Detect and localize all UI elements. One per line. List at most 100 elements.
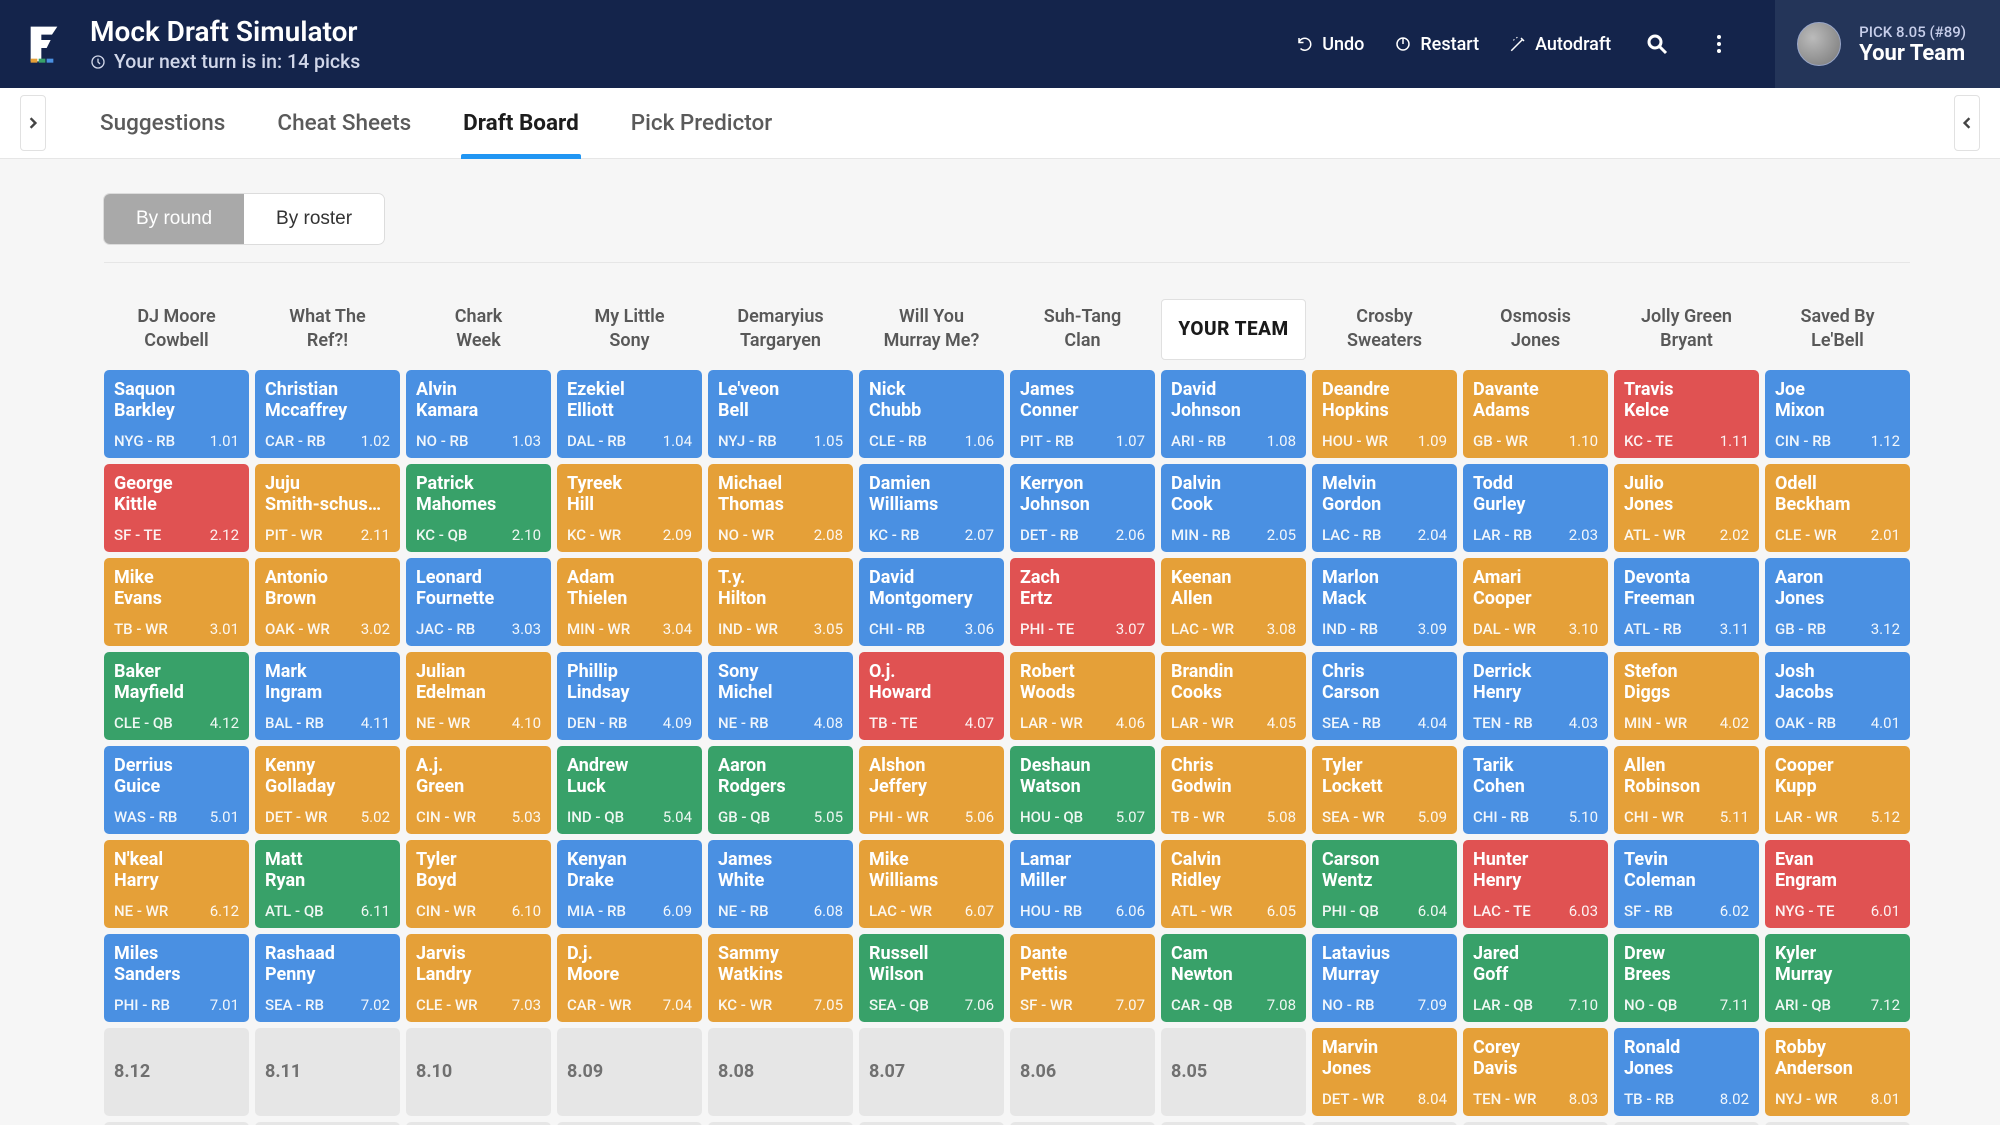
player-card[interactable]: DavidMontgomeryCHI - RB3.06 xyxy=(859,558,1004,646)
player-card[interactable]: TylerLockettSEA - WR5.09 xyxy=(1312,746,1457,834)
player-card[interactable]: AndrewLuckIND - QB5.04 xyxy=(557,746,702,834)
undo-button[interactable]: Undo xyxy=(1296,34,1364,55)
player-card[interactable]: Le'veonBellNYJ - RB1.05 xyxy=(708,370,853,458)
player-card[interactable]: DavidJohnsonARI - RB1.08 xyxy=(1161,370,1306,458)
player-card[interactable]: MattRyanATL - QB6.11 xyxy=(255,840,400,928)
tab-draft-board[interactable]: Draft Board xyxy=(461,88,581,158)
player-card[interactable]: MelvinGordonLAC - RB2.04 xyxy=(1312,464,1457,552)
player-card[interactable]: MichaelThomasNO - WR2.08 xyxy=(708,464,853,552)
player-card[interactable]: DamienWilliamsKC - RB2.07 xyxy=(859,464,1004,552)
player-card[interactable]: CamNewtonCAR - QB7.08 xyxy=(1161,934,1306,1022)
player-card[interactable]: DantePettisSF - WR7.07 xyxy=(1010,934,1155,1022)
player-card[interactable]: RussellWilsonSEA - QB7.06 xyxy=(859,934,1004,1022)
player-card[interactable]: HunterHenryLAC - TE6.03 xyxy=(1463,840,1608,928)
player-card[interactable]: OdellBeckhamCLE - WR2.01 xyxy=(1765,464,1910,552)
player-card[interactable]: RashaadPennySEA - RB7.02 xyxy=(255,934,400,1022)
player-card[interactable]: MarlonMackIND - RB3.09 xyxy=(1312,558,1457,646)
player-card[interactable]: RonaldJonesTB - RB8.02 xyxy=(1614,1028,1759,1116)
player-card[interactable]: RobertWoodsLAR - WR4.06 xyxy=(1010,652,1155,740)
player-card[interactable]: MarvinJonesDET - WR8.04 xyxy=(1312,1028,1457,1116)
player-card[interactable]: KerryonJohnsonDET - RB2.06 xyxy=(1010,464,1155,552)
player-card[interactable]: DerriusGuiceWAS - RB5.01 xyxy=(104,746,249,834)
player-card[interactable]: JulianEdelmanNE - WR4.10 xyxy=(406,652,551,740)
player-card[interactable]: TevinColemanSF - RB6.02 xyxy=(1614,840,1759,928)
expand-right-panel[interactable] xyxy=(1954,95,1980,151)
player-card[interactable]: KeenanAllenLAC - WR3.08 xyxy=(1161,558,1306,646)
player-card[interactable]: JamesWhiteNE - RB6.08 xyxy=(708,840,853,928)
player-card[interactable]: JamesConnerPIT - RB1.07 xyxy=(1010,370,1155,458)
player-card[interactable]: DevontaFreemanATL - RB3.11 xyxy=(1614,558,1759,646)
player-card[interactable]: O.j.HowardTB - TE4.07 xyxy=(859,652,1004,740)
player-card[interactable]: KylerMurrayARI - QB7.12 xyxy=(1765,934,1910,1022)
your-team-summary[interactable]: PICK 8.05 (#89) Your Team xyxy=(1775,0,2000,88)
player-card[interactable]: N'kealHarryNE - WR6.12 xyxy=(104,840,249,928)
player-card[interactable]: ChrisCarsonSEA - RB4.04 xyxy=(1312,652,1457,740)
player-card[interactable]: PhillipLindsayDEN - RB4.09 xyxy=(557,652,702,740)
player-card[interactable]: NickChubbCLE - RB1.06 xyxy=(859,370,1004,458)
player-card[interactable]: MarkIngramBAL - RB4.11 xyxy=(255,652,400,740)
player-card[interactable]: DrewBreesNO - QB7.11 xyxy=(1614,934,1759,1022)
player-card[interactable]: AllenRobinsonCHI - WR5.11 xyxy=(1614,746,1759,834)
player-card[interactable]: PatrickMahomesKC - QB2.10 xyxy=(406,464,551,552)
player-card[interactable]: KenyanDrakeMIA - RB6.09 xyxy=(557,840,702,928)
tab-pick-predictor[interactable]: Pick Predictor xyxy=(629,88,774,158)
player-card[interactable]: LataviusMurrayNO - RB7.09 xyxy=(1312,934,1457,1022)
autodraft-button[interactable]: Autodraft xyxy=(1509,34,1611,55)
player-card[interactable]: ZachErtzPHI - TE3.07 xyxy=(1010,558,1155,646)
player-card[interactable]: BakerMayfieldCLE - QB4.12 xyxy=(104,652,249,740)
player-card[interactable]: SonyMichelNE - RB4.08 xyxy=(708,652,853,740)
player-card[interactable]: AmariCooperDAL - WR3.10 xyxy=(1463,558,1608,646)
player-card[interactable]: JoshJacobsOAK - RB4.01 xyxy=(1765,652,1910,740)
player-card[interactable]: AntonioBrownOAK - WR3.02 xyxy=(255,558,400,646)
player-card[interactable]: EvanEngramNYG - TE6.01 xyxy=(1765,840,1910,928)
player-card[interactable]: TravisKelceKC - TE1.11 xyxy=(1614,370,1759,458)
player-card[interactable]: JaredGoffLAR - QB7.10 xyxy=(1463,934,1608,1022)
player-card[interactable]: CoreyDavisTEN - WR8.03 xyxy=(1463,1028,1608,1116)
player-card[interactable]: T.y.HiltonIND - WR3.05 xyxy=(708,558,853,646)
player-card[interactable]: ChristianMccaffreyCAR - RB1.02 xyxy=(255,370,400,458)
player-card[interactable]: AlshonJefferyPHI - WR5.06 xyxy=(859,746,1004,834)
player-card[interactable]: TylerBoydCIN - WR6.10 xyxy=(406,840,551,928)
player-card[interactable]: TyreekHillKC - WR2.09 xyxy=(557,464,702,552)
player-card[interactable]: JarvisLandryCLE - WR7.03 xyxy=(406,934,551,1022)
player-card[interactable]: JoeMixonCIN - RB1.12 xyxy=(1765,370,1910,458)
player-card[interactable]: LamarMillerHOU - RB6.06 xyxy=(1010,840,1155,928)
player-card[interactable]: JulioJonesATL - WR2.02 xyxy=(1614,464,1759,552)
expand-left-panel[interactable] xyxy=(20,95,46,151)
player-card[interactable]: TarikCohenCHI - RB5.10 xyxy=(1463,746,1608,834)
player-card[interactable]: ToddGurleyLAR - RB2.03 xyxy=(1463,464,1608,552)
restart-button[interactable]: Restart xyxy=(1394,34,1479,55)
player-card[interactable]: SaquonBarkleyNYG - RB1.01 xyxy=(104,370,249,458)
player-card[interactable]: EzekielElliottDAL - RB1.04 xyxy=(557,370,702,458)
player-card[interactable]: StefonDiggsMIN - WR4.02 xyxy=(1614,652,1759,740)
player-card[interactable]: DerrickHenryTEN - RB4.03 xyxy=(1463,652,1608,740)
player-card[interactable]: SammyWatkinsKC - WR7.05 xyxy=(708,934,853,1022)
player-card[interactable]: DavanteAdamsGB - WR1.10 xyxy=(1463,370,1608,458)
player-card[interactable]: ChrisGodwinTB - WR5.08 xyxy=(1161,746,1306,834)
player-card[interactable]: CarsonWentzPHI - QB6.04 xyxy=(1312,840,1457,928)
player-card[interactable]: DeandreHopkinsHOU - WR1.09 xyxy=(1312,370,1457,458)
player-card[interactable]: JujuSmith-schus…PIT - WR2.11 xyxy=(255,464,400,552)
more-menu-button[interactable] xyxy=(1703,28,1735,60)
player-card[interactable]: AaronRodgersGB - QB5.05 xyxy=(708,746,853,834)
player-card[interactable]: LeonardFournetteJAC - RB3.03 xyxy=(406,558,551,646)
toggle-by-round[interactable]: By round xyxy=(104,194,244,244)
player-card[interactable]: AdamThielenMIN - WR3.04 xyxy=(557,558,702,646)
player-card[interactable]: MilesSandersPHI - RB7.01 xyxy=(104,934,249,1022)
player-card[interactable]: GeorgeKittleSF - TE2.12 xyxy=(104,464,249,552)
player-card[interactable]: AlvinKamaraNO - RB1.03 xyxy=(406,370,551,458)
player-card[interactable]: MikeWilliamsLAC - WR6.07 xyxy=(859,840,1004,928)
player-card[interactable]: D.j.MooreCAR - WR7.04 xyxy=(557,934,702,1022)
tab-suggestions[interactable]: Suggestions xyxy=(98,88,227,158)
tab-cheat-sheets[interactable]: Cheat Sheets xyxy=(275,88,413,158)
search-button[interactable] xyxy=(1641,28,1673,60)
player-card[interactable]: BrandinCooksLAR - WR4.05 xyxy=(1161,652,1306,740)
player-card[interactable]: RobbyAndersonNYJ - WR8.01 xyxy=(1765,1028,1910,1116)
player-card[interactable]: CalvinRidleyATL - WR6.05 xyxy=(1161,840,1306,928)
player-card[interactable]: MikeEvansTB - WR3.01 xyxy=(104,558,249,646)
player-card[interactable]: AaronJonesGB - RB3.12 xyxy=(1765,558,1910,646)
player-card[interactable]: DalvinCookMIN - RB2.05 xyxy=(1161,464,1306,552)
toggle-by-roster[interactable]: By roster xyxy=(244,194,384,244)
player-card[interactable]: DeshaunWatsonHOU - QB5.07 xyxy=(1010,746,1155,834)
player-card[interactable]: CooperKuppLAR - WR5.12 xyxy=(1765,746,1910,834)
